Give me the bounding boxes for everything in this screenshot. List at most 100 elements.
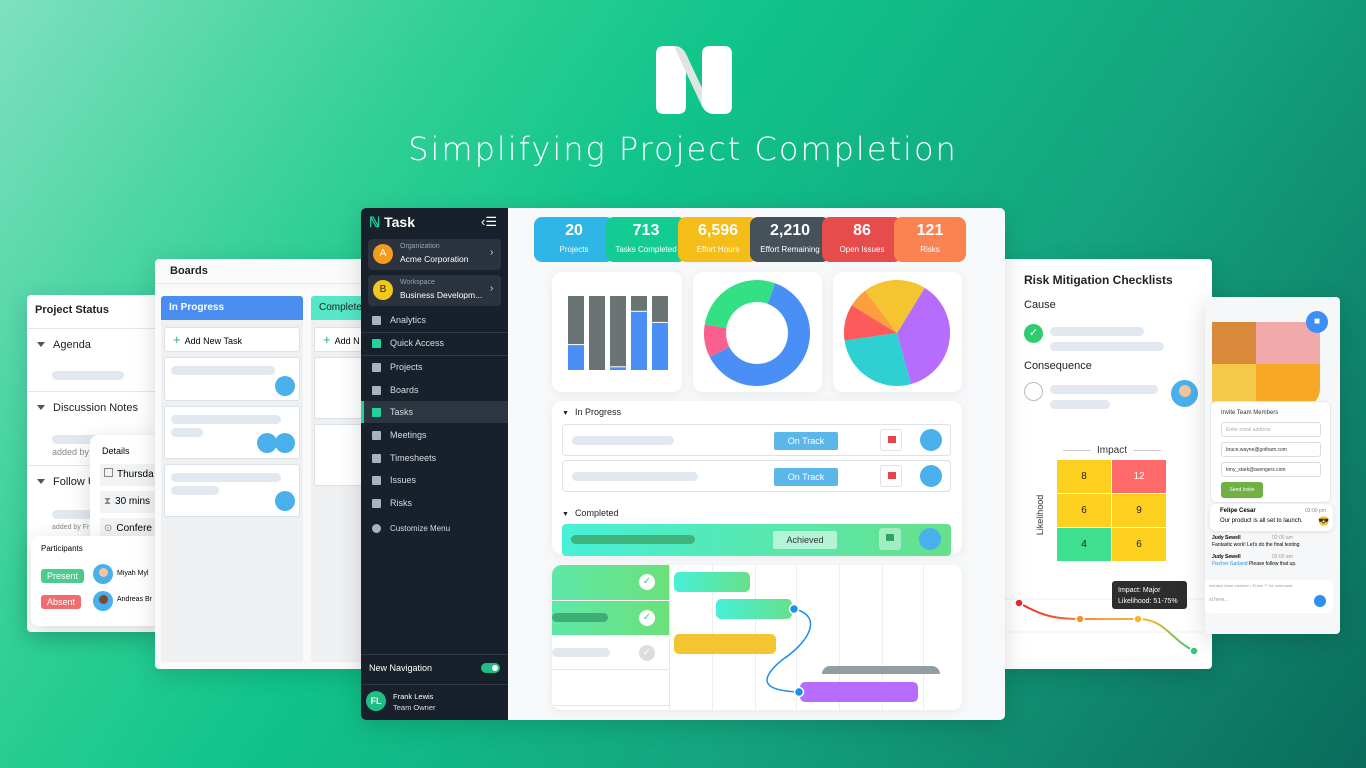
- stat-effort-remaining[interactable]: 2,210 Effort Remaining: [750, 217, 830, 262]
- sidebar-item-boards[interactable]: Boards: [361, 379, 508, 401]
- hourglass-icon: ⧗: [104, 496, 112, 507]
- checked-circle-icon[interactable]: ✓: [1024, 324, 1043, 343]
- stat-value: 86: [853, 222, 871, 239]
- present-badge: Present: [41, 569, 85, 583]
- location-pin-icon: ⊙: [104, 523, 113, 534]
- issues-icon: [372, 475, 381, 485]
- bar-segment: [610, 367, 626, 370]
- organization-switcher[interactable]: A Organization Acme Corporation ›: [368, 239, 501, 270]
- user-role: Team Owner: [393, 703, 436, 712]
- sidebar-item-label: Tasks: [390, 407, 414, 417]
- sidebar-item-label: Quick Access: [390, 338, 445, 348]
- section-agenda[interactable]: Agenda: [27, 328, 160, 360]
- matrix-cell[interactable]: 9: [1112, 494, 1166, 527]
- participant-name: Andreas Br: [117, 596, 153, 603]
- folder-icon: [372, 362, 381, 372]
- workspace-switcher[interactable]: B Workspace Business Developm... ›: [368, 275, 501, 306]
- sidebar-item-timesheets[interactable]: Timesheets: [361, 447, 508, 469]
- sidebar-item-projects[interactable]: Projects: [361, 356, 508, 378]
- stat-open-issues[interactable]: 86 Open Issues: [822, 217, 902, 262]
- stat-effort-hours[interactable]: 6,596 Effort Hours: [678, 217, 758, 262]
- sidebar-item-label: Issues: [390, 475, 417, 485]
- task-row[interactable]: Achieved: [562, 524, 951, 556]
- section-discussion-notes[interactable]: Discussion Notes: [27, 391, 160, 423]
- sidebar-item-quick-access[interactable]: Quick Access: [361, 332, 508, 354]
- stat-label: Tasks Completed: [615, 245, 677, 254]
- clipboard-icon: [372, 407, 381, 417]
- board-column-in-progress: In Progress + Add New Task: [161, 296, 303, 662]
- group-completed[interactable]: ▼ Completed: [562, 508, 618, 518]
- chat-message: Judy Sewell 02:00 am Fantastic work! Let'…: [1212, 535, 1301, 548]
- new-navigation-toggle[interactable]: [481, 663, 500, 673]
- stat-tasks-completed[interactable]: 713 Tasks Completed: [606, 217, 686, 262]
- task-row[interactable]: On Track: [562, 424, 951, 456]
- sidebar-item-analytics[interactable]: Analytics: [361, 309, 508, 331]
- boards-panel: Boards In Progress + Add New Task Complet…: [155, 259, 370, 669]
- avatar: [93, 591, 113, 611]
- bar-segment: [631, 296, 647, 311]
- add-task-button[interactable]: + Add New Task: [164, 327, 300, 352]
- stat-label: Effort Remaining: [760, 245, 820, 254]
- chat-input[interactable]: mention team member • Press "/" for comm…: [1205, 580, 1333, 613]
- stat-label: Risks: [920, 245, 940, 254]
- sidebar-item-meetings[interactable]: Meetings: [361, 424, 508, 446]
- task-row[interactable]: On Track: [562, 460, 951, 492]
- ntask-icon: ℕ: [369, 214, 381, 230]
- task-list-card: ▼ In Progress On Track On Track ▼ Complete…: [552, 401, 962, 556]
- video-camera-icon[interactable]: ■: [1306, 311, 1328, 333]
- matrix-cell[interactable]: 6: [1057, 494, 1111, 527]
- column-header: In Progress: [161, 296, 303, 320]
- trend-point: [1075, 614, 1085, 624]
- red-flag-icon: [880, 465, 902, 487]
- absent-badge: Absent: [41, 595, 82, 609]
- stat-value: 20: [565, 222, 583, 239]
- user-avatar[interactable]: FL: [366, 691, 386, 711]
- stat-label: Open Issues: [839, 245, 885, 254]
- customize-menu[interactable]: Customize Menu: [361, 517, 508, 539]
- bar-segment: [631, 311, 647, 370]
- bar-segment: [568, 296, 584, 345]
- sidebar-item-issues[interactable]: Issues: [361, 469, 508, 491]
- collapse-menu-icon[interactable]: ‹☰: [481, 214, 497, 230]
- stat-projects[interactable]: 20 Projects: [534, 217, 614, 262]
- stopwatch-icon: [372, 453, 381, 463]
- stat-risks[interactable]: 121 Risks: [894, 217, 966, 262]
- send-invite-button[interactable]: Send Invite: [1221, 482, 1263, 498]
- task-card[interactable]: [164, 464, 300, 517]
- group-in-progress[interactable]: ▼ In Progress: [562, 407, 621, 417]
- matrix-cell[interactable]: 12: [1112, 460, 1166, 493]
- trend-point: [1133, 614, 1143, 624]
- main-app-window: ℕ Task ‹☰ A Organization Acme Corporatio…: [361, 208, 1005, 720]
- email-input[interactable]: tony_stark@avengers.com: [1221, 462, 1321, 477]
- plus-icon: +: [173, 332, 181, 347]
- stat-label: Effort Hours: [696, 245, 740, 254]
- invite-title: Invite Team Members: [1221, 410, 1279, 416]
- avatar: [93, 564, 113, 584]
- task-card[interactable]: [164, 357, 300, 401]
- participants-popup: Participants Present Miyah Myl Absent An…: [31, 536, 162, 626]
- unchecked-circle-icon[interactable]: [1024, 382, 1043, 401]
- cause-label: Cause: [1024, 299, 1056, 311]
- task-card[interactable]: [164, 406, 300, 459]
- matrix-cell[interactable]: 4: [1057, 528, 1111, 561]
- org-avatar: A: [373, 244, 393, 264]
- email-input[interactable]: bruce.wayne@gotham.com: [1221, 442, 1321, 457]
- send-icon[interactable]: [1314, 595, 1326, 607]
- email-input[interactable]: Enter email address: [1221, 422, 1321, 437]
- ntask-icon: [372, 338, 381, 348]
- sidebar-item-risks[interactable]: Risks: [361, 492, 508, 514]
- sidebar: ℕ Task ‹☰ A Organization Acme Corporatio…: [361, 208, 508, 720]
- sidebar-item-tasks[interactable]: Tasks: [361, 401, 508, 423]
- matrix-cell[interactable]: 6: [1112, 528, 1166, 561]
- date-field: Thursda: [100, 464, 162, 486]
- donut-chart-card: [693, 272, 822, 392]
- bar-chart-card: [552, 272, 682, 392]
- matrix-cell[interactable]: 8: [1057, 460, 1111, 493]
- duration-field: ⧗ 30 mins: [100, 491, 162, 513]
- panel-title: Risk Mitigation Checklists: [1024, 273, 1173, 287]
- bar-segment: [589, 296, 605, 370]
- sidebar-item-label: Projects: [390, 362, 423, 372]
- gear-icon: [372, 523, 381, 533]
- risk-panel: Risk Mitigation Checklists Cause ✓ Conse…: [990, 259, 1212, 669]
- stat-label: Projects: [559, 245, 589, 254]
